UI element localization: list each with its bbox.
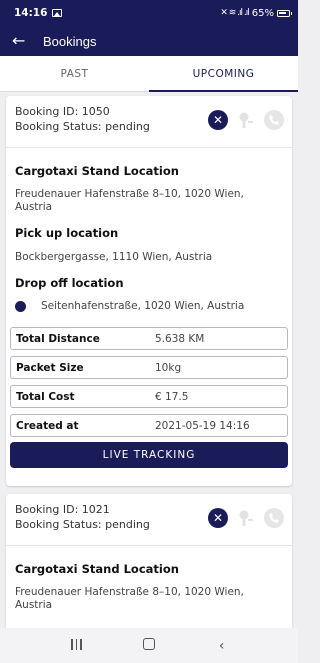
- detail-row-packet-size: Packet Size 10kg: [10, 356, 288, 379]
- stand-location-title: Cargotaxi Stand Location: [15, 164, 179, 178]
- live-tracking-button[interactable]: LIVE TRACKING: [10, 442, 288, 468]
- cancel-booking-icon[interactable]: ✕: [208, 110, 228, 130]
- home-icon[interactable]: [134, 637, 164, 654]
- arrow-left-icon[interactable]: ←: [12, 33, 32, 49]
- detail-row-total-cost: Total Cost € 17.5: [10, 385, 288, 408]
- detail-value: 10kg: [155, 361, 182, 374]
- stand-location-title: Cargotaxi Stand Location: [15, 562, 179, 576]
- dropoff-address: Seitenhafenstraße, 1020 Wien, Austria: [41, 300, 245, 312]
- signal-icons: ✕ ≋ .ıl .ıl: [220, 8, 249, 18]
- detail-value: € 17.5: [155, 390, 189, 403]
- dropoff-row: Seitenhafenstraße, 1020 Wien, Austria: [15, 300, 283, 313]
- tab-past[interactable]: PAST: [0, 56, 149, 91]
- dropoff-title: Drop off location: [15, 276, 124, 290]
- recent-apps-icon[interactable]: [61, 638, 91, 654]
- detail-label: Created at: [16, 419, 79, 432]
- detail-row-distance: Total Distance 5.638 KM: [10, 327, 288, 350]
- gallery-notification-icon: [52, 9, 63, 17]
- driver-location-icon[interactable]: [236, 508, 256, 528]
- booking-header: Booking ID: 1021 Booking Status: pending…: [6, 494, 292, 546]
- detail-label: Total Cost: [16, 390, 75, 403]
- status-icons: ✕ ≋ .ıl .ıl 65%: [220, 7, 292, 19]
- booking-card: Booking ID: 1021 Booking Status: pending…: [6, 494, 292, 634]
- dropoff-dot-icon: [15, 301, 26, 312]
- detail-row-created-at: Created at 2021-05-19 14:16: [10, 414, 288, 437]
- pickup-title: Pick up location: [15, 226, 119, 240]
- driver-location-icon[interactable]: [236, 110, 256, 130]
- booking-tabs: PAST UPCOMING: [0, 56, 298, 92]
- battery-percent: 65%: [251, 7, 274, 19]
- status-bar: 14:16 ✕ ≋ .ıl .ıl 65%: [0, 0, 298, 26]
- detail-value: 5.638 KM: [155, 332, 205, 345]
- status-time: 14:16: [14, 7, 48, 19]
- tab-upcoming[interactable]: UPCOMING: [149, 56, 298, 92]
- detail-value: 2021-05-19 14:16: [155, 419, 250, 432]
- page-title: Bookings: [43, 33, 97, 49]
- booking-header: Booking ID: 1050 Booking Status: pending…: [6, 96, 292, 148]
- detail-label: Packet Size: [16, 361, 84, 374]
- system-nav-bar: ‹: [0, 628, 298, 663]
- stand-location-address: Freudenauer Hafenstraße 8–10, 1020 Wien,…: [15, 586, 244, 611]
- phone-icon[interactable]: [264, 508, 284, 528]
- cancel-booking-icon[interactable]: ✕: [208, 508, 228, 528]
- stand-location-address: Freudenauer Hafenstraße 8–10, 1020 Wien,…: [15, 188, 244, 213]
- app-bar: ← Bookings: [0, 26, 298, 56]
- back-nav-icon[interactable]: ‹: [207, 638, 237, 654]
- phone-icon[interactable]: [264, 110, 284, 130]
- battery-icon: [277, 9, 292, 17]
- detail-label: Total Distance: [16, 332, 100, 345]
- pickup-address: Bockbergergasse, 1110 Wien, Austria: [15, 251, 213, 263]
- booking-card: Booking ID: 1050 Booking Status: pending…: [6, 96, 292, 486]
